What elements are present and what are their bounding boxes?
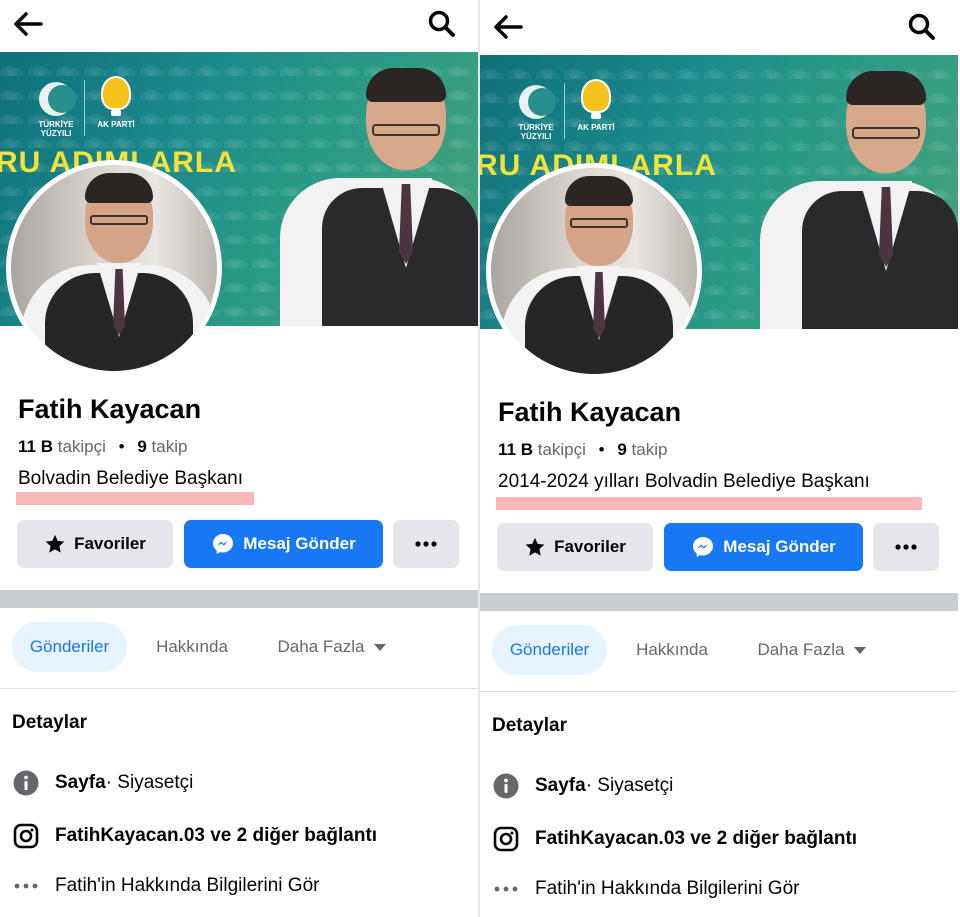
detail-about-text: Fatih'in Hakkında Bilgilerini Gör xyxy=(55,875,320,896)
profile-avatar[interactable] xyxy=(6,160,222,376)
info-icon xyxy=(493,773,519,799)
search-button[interactable] xyxy=(904,9,940,45)
favorites-button[interactable]: Favoriler xyxy=(497,523,653,571)
favorites-button-label: Favoriler xyxy=(554,537,626,556)
details-heading: Detaylar xyxy=(492,715,567,736)
profile-panel-right: TÜRKİYE YÜZYILI AK PARTİ RU ADIMLARLA AM… xyxy=(480,3,958,917)
instagram-icon xyxy=(493,826,519,852)
detail-row-page-type: Sayfa · Siyasetçi xyxy=(492,771,952,801)
tab-posts[interactable]: Gönderiler xyxy=(12,622,127,672)
turkiye-yuzyili-logo: TÜRKİYE YÜZYILI xyxy=(34,82,78,138)
top-bar xyxy=(480,3,958,55)
turkiye-yuzyili-logo: TÜRKİYE YÜZYILI xyxy=(514,85,558,141)
messenger-icon xyxy=(213,534,234,554)
logo-separator xyxy=(84,80,85,136)
followers-count[interactable]: 11 B xyxy=(498,440,533,459)
ak-parti-logo-text: AK PARTİ xyxy=(97,120,135,129)
back-arrow-icon xyxy=(14,12,43,36)
ak-parti-logo-text: AK PARTİ xyxy=(577,123,615,132)
profile-name: Fatih Kayacan xyxy=(498,397,682,427)
dots-icon xyxy=(494,886,518,892)
ak-parti-logo: AK PARTİ xyxy=(572,79,620,139)
send-message-button[interactable]: Mesaj Gönder xyxy=(184,520,383,568)
favorites-button[interactable]: Favoriler xyxy=(17,520,173,568)
tab-more-label: Daha Fazla xyxy=(757,640,845,659)
section-separator xyxy=(0,590,478,608)
detail-page-label: Sayfa xyxy=(535,775,586,796)
more-options-button[interactable] xyxy=(873,523,939,571)
profile-name: Fatih Kayacan xyxy=(18,394,202,424)
star-icon xyxy=(525,537,545,556)
instagram-icon xyxy=(13,823,39,849)
tab-about[interactable]: Hakkında xyxy=(622,625,722,675)
logo-separator xyxy=(564,83,565,139)
search-button[interactable] xyxy=(424,6,460,42)
detail-row-about-info[interactable]: Fatih'in Hakkında Bilgilerini Gör xyxy=(492,874,952,904)
send-message-button-label: Mesaj Gönder xyxy=(243,534,356,553)
profile-panel-left: TÜRKİYE YÜZYILI AK PARTİ RU ADIMLARLA AM… xyxy=(0,0,478,917)
following-label[interactable]: takip xyxy=(152,437,188,456)
detail-about-text: Fatih'in Hakkında Bilgilerini Gör xyxy=(535,878,800,899)
star-icon xyxy=(45,534,65,553)
back-arrow-icon xyxy=(494,15,523,39)
detail-row-links[interactable]: FatihKayacan.03 ve 2 diğer bağlantı xyxy=(492,824,952,854)
cover-person-image xyxy=(280,68,478,326)
follow-stats: 11 B takipçi • 9 takip xyxy=(18,437,187,457)
detail-links-text: FatihKayacan.03 ve 2 diğer bağlantı xyxy=(535,828,858,849)
profile-bio: Bolvadin Belediye Başkanı xyxy=(18,468,243,489)
more-options-button[interactable] xyxy=(393,520,459,568)
details-heading: Detaylar xyxy=(12,712,87,733)
following-count[interactable]: 9 xyxy=(137,437,146,456)
detail-page-category: · Siyasetçi xyxy=(585,775,674,796)
tab-more[interactable]: Daha Fazla xyxy=(742,625,882,675)
stats-separator: • xyxy=(118,437,125,456)
tabs-divider xyxy=(0,688,478,689)
stats-separator: • xyxy=(598,440,605,459)
tabs-divider xyxy=(480,691,958,692)
messenger-icon xyxy=(693,537,714,557)
send-message-button[interactable]: Mesaj Gönder xyxy=(664,523,863,571)
favorites-button-label: Favoriler xyxy=(74,534,146,553)
turkiye-yuzyili-logo-text: TÜRKİYE YÜZYILI xyxy=(38,120,74,138)
search-icon xyxy=(908,13,935,40)
bio-highlight-mark xyxy=(496,497,922,510)
profile-tabs: Gönderiler Hakkında Daha Fazla xyxy=(0,622,478,674)
profile-tabs: Gönderiler Hakkında Daha Fazla xyxy=(480,625,958,677)
caret-down-icon xyxy=(854,646,867,654)
tab-posts[interactable]: Gönderiler xyxy=(492,625,607,675)
section-separator xyxy=(480,593,958,611)
more-dots-icon xyxy=(415,541,437,547)
followers-label[interactable]: takipçi xyxy=(58,437,106,456)
detail-page-label: Sayfa xyxy=(55,772,106,793)
following-count[interactable]: 9 xyxy=(617,440,626,459)
dots-icon xyxy=(14,883,38,889)
profile-bio: 2014-2024 yılları Bolvadin Belediye Başk… xyxy=(498,471,870,492)
back-button[interactable] xyxy=(10,6,46,42)
top-bar xyxy=(0,0,478,52)
profile-avatar[interactable] xyxy=(486,163,702,379)
detail-page-category: · Siyasetçi xyxy=(105,772,194,793)
info-icon xyxy=(13,770,39,796)
tab-about[interactable]: Hakkında xyxy=(142,622,242,672)
send-message-button-label: Mesaj Gönder xyxy=(723,537,836,556)
tab-more-label: Daha Fazla xyxy=(277,637,365,656)
back-button[interactable] xyxy=(490,9,526,45)
tab-more[interactable]: Daha Fazla xyxy=(262,622,402,672)
more-dots-icon xyxy=(895,544,917,550)
detail-row-page-type: Sayfa · Siyasetçi xyxy=(12,768,472,798)
following-label[interactable]: takip xyxy=(632,440,668,459)
followers-label[interactable]: takipçi xyxy=(538,440,586,459)
detail-row-about-info[interactable]: Fatih'in Hakkında Bilgilerini Gör xyxy=(12,871,472,901)
ak-parti-logo: AK PARTİ xyxy=(92,76,140,136)
detail-row-links[interactable]: FatihKayacan.03 ve 2 diğer bağlantı xyxy=(12,821,472,851)
followers-count[interactable]: 11 B xyxy=(18,437,53,456)
bio-highlight-mark xyxy=(16,492,254,505)
detail-links-text: FatihKayacan.03 ve 2 diğer bağlantı xyxy=(55,825,378,846)
caret-down-icon xyxy=(374,643,387,651)
search-icon xyxy=(428,10,455,37)
turkiye-yuzyili-logo-text: TÜRKİYE YÜZYILI xyxy=(518,123,554,141)
cover-person-image xyxy=(760,71,958,329)
follow-stats: 11 B takipçi • 9 takip xyxy=(498,440,667,460)
